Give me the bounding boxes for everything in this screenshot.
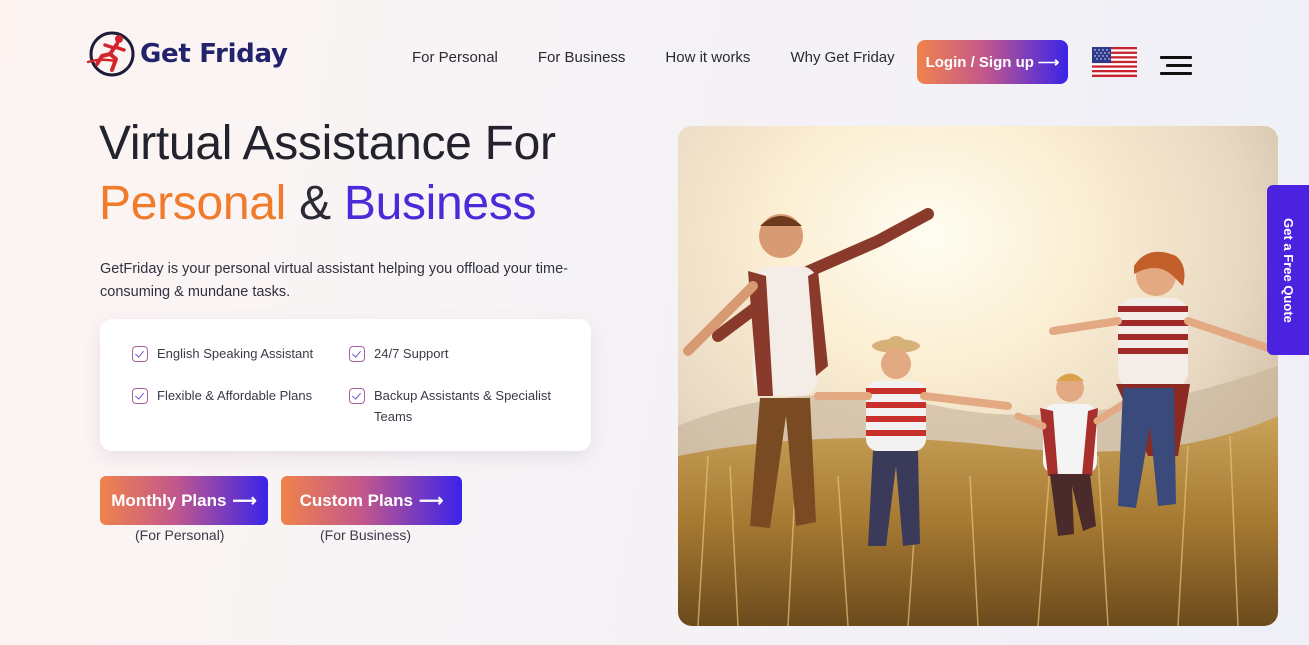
running-figure-icon [86,31,135,77]
hero-title-line1: Virtual Assistance For [99,117,556,170]
brand-logo[interactable]: Get Friday [86,28,288,80]
feature-item: Backup Assistants & Specialist Teams [349,385,574,427]
custom-plans-button[interactable]: Custom Plans ⟶ [281,476,462,525]
custom-plans-caption: (For Business) [320,527,412,543]
feature-label: English Speaking Assistant [157,346,314,361]
arrow-right-icon: ⟶ [1037,54,1060,71]
feature-item: Flexible & Affordable Plans [132,385,312,406]
nav-for-personal[interactable]: For Personal [412,49,498,66]
feature-label: 24/7 Support [374,346,449,361]
checkbox-icon [349,346,365,362]
arrow-right-icon: ⟶ [418,490,444,510]
custom-plans-label: Custom Plans [299,490,413,510]
hero-description: GetFriday is your personal virtual assis… [100,261,568,300]
checkbox-icon [132,346,148,362]
free-quote-label: Get a Free Quote [1280,217,1296,323]
hero-title-amp: & [299,177,331,230]
monthly-plans-button[interactable]: Monthly Plans ⟶ [100,476,268,525]
login-signup-button[interactable]: Login / Sign up ⟶ [917,40,1068,84]
main-nav: For Personal For Business How it works W… [412,49,935,66]
hero-title: Virtual Assistance For Personal & Busine… [99,114,556,234]
feature-label: Backup Assistants & Specialist Teams [374,388,552,424]
nav-how-it-works[interactable]: How it works [665,49,750,66]
free-quote-tab[interactable]: Get a Free Quote [1267,185,1309,355]
hero-title-business: Business [343,177,537,230]
checkbox-icon [349,388,365,404]
us-flag-icon[interactable] [1092,47,1137,77]
checkbox-icon [132,388,148,404]
arrow-right-icon: ⟶ [232,490,257,510]
hamburger-menu-icon[interactable] [1160,56,1192,76]
feature-item: English Speaking Assistant [132,343,313,364]
hero-title-personal: Personal [99,177,287,230]
monthly-plans-label: Monthly Plans [111,490,227,510]
monthly-plans-caption: (For Personal) [135,527,225,543]
nav-why-get-friday[interactable]: Why Get Friday [790,49,894,66]
hero-family-photo [678,126,1278,626]
brand-name: Get Friday [140,39,288,69]
nav-for-business[interactable]: For Business [538,49,626,66]
features-card: English Speaking Assistant 24/7 Support … [100,319,591,451]
feature-item: 24/7 Support [349,343,448,364]
login-signup-label: Login / Sign up [925,53,1034,71]
feature-label: Flexible & Affordable Plans [157,388,313,403]
